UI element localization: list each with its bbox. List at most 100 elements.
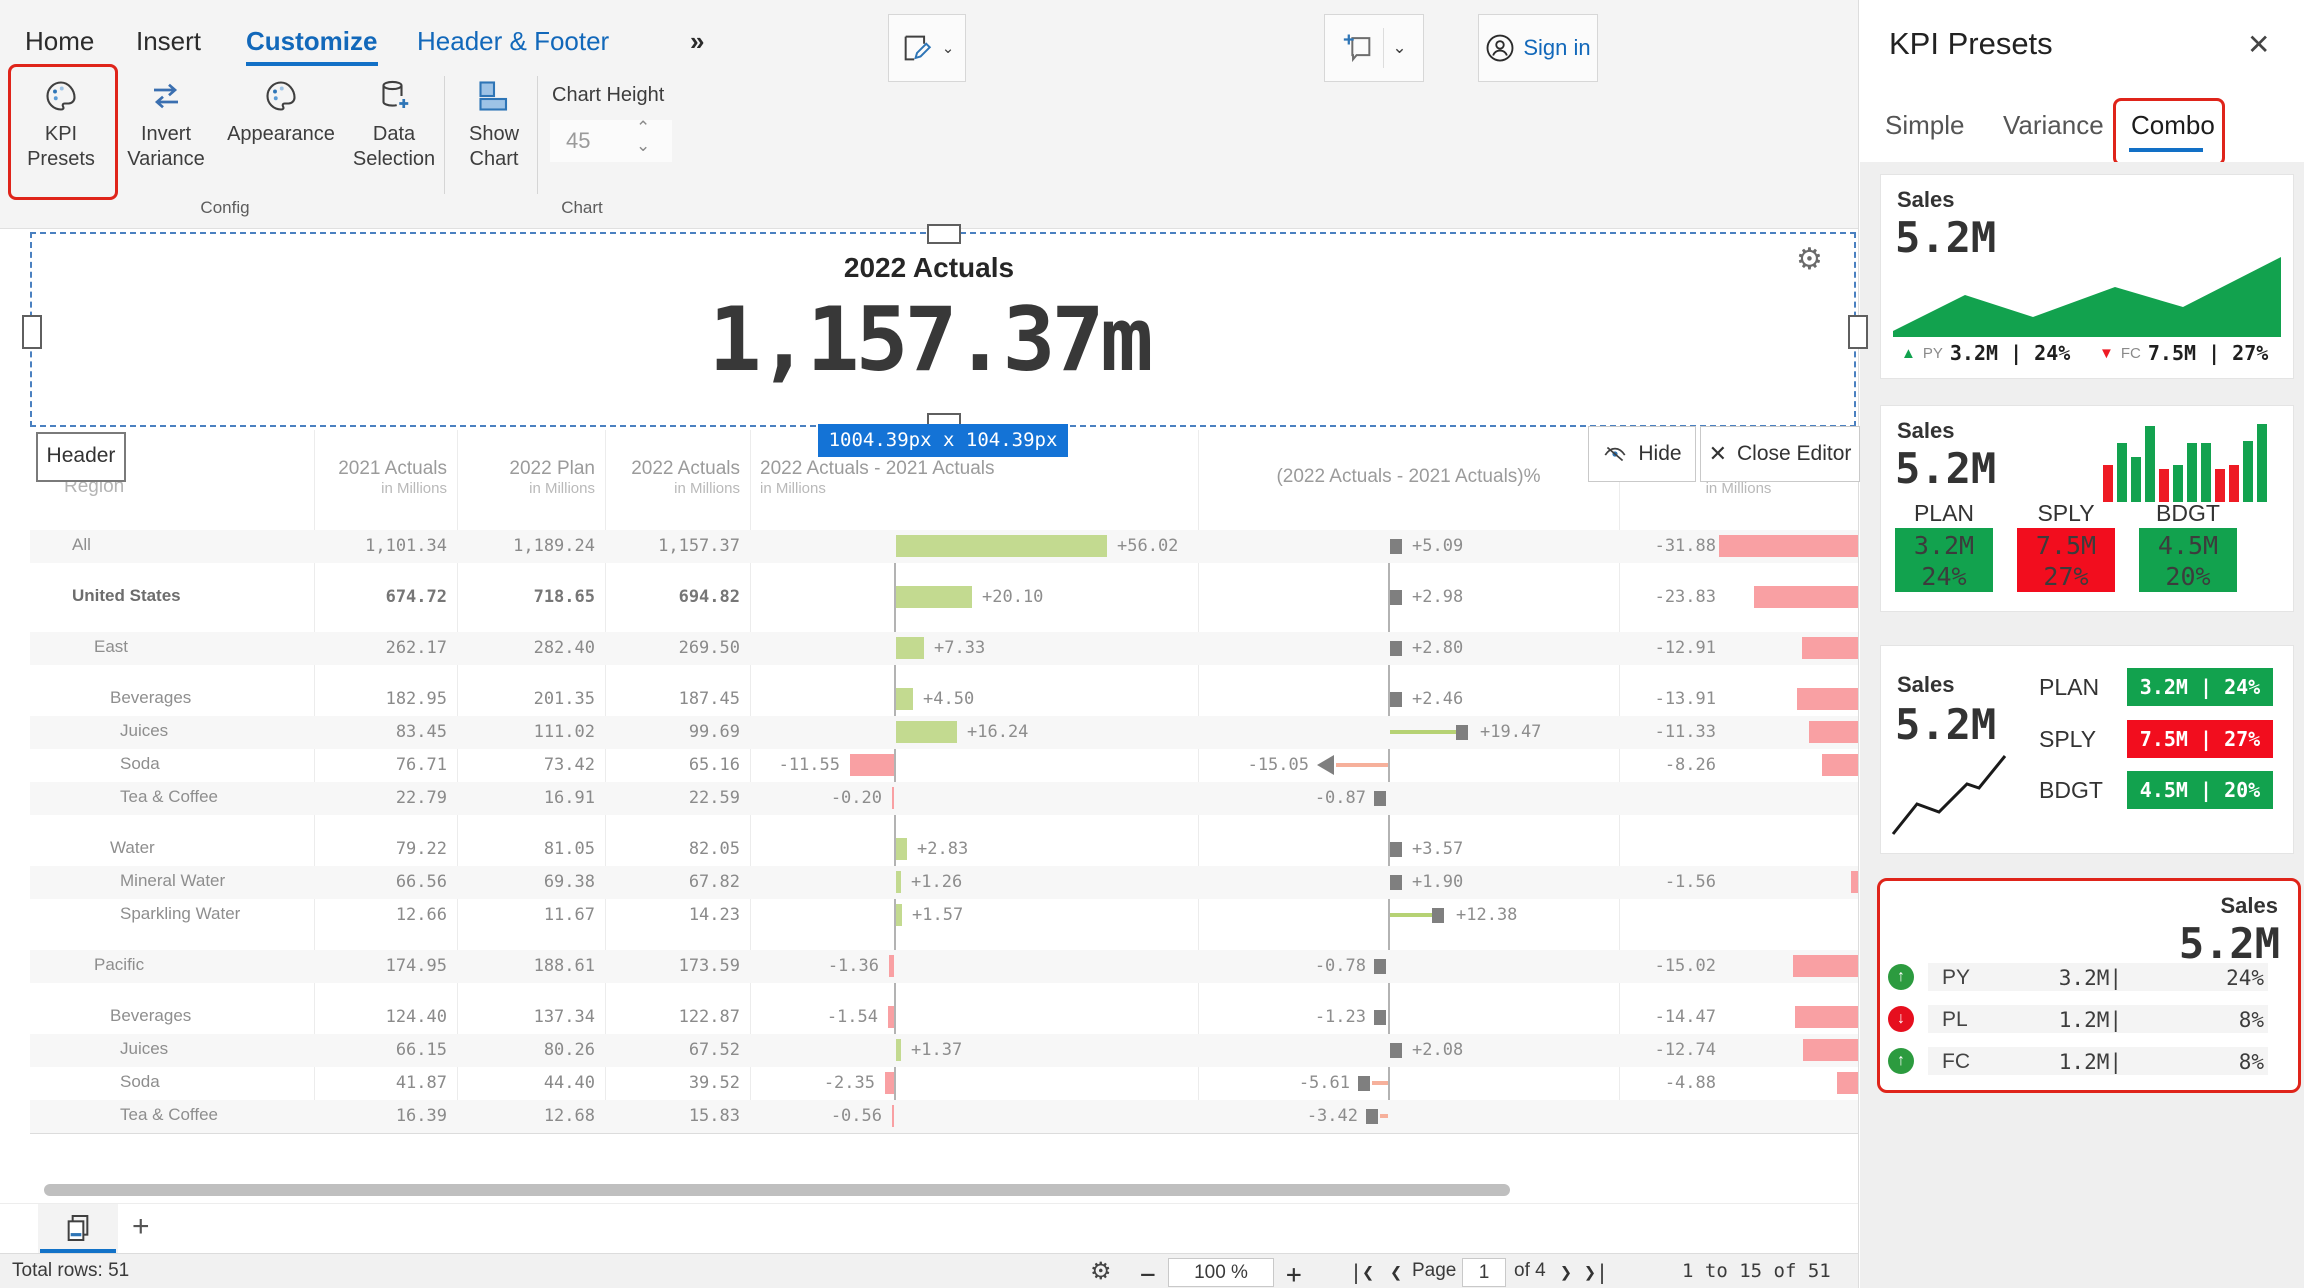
- panel-close-icon[interactable]: ✕: [2247, 28, 2270, 61]
- zoom-in-button[interactable]: +: [1286, 1260, 1302, 1288]
- sign-in-button[interactable]: Sign in: [1478, 14, 1598, 82]
- resize-handle-top[interactable]: [927, 224, 961, 244]
- header-chip[interactable]: Header: [36, 432, 126, 482]
- table-row[interactable]: Soda76.7173.4265.16-11.55-15.05-8.26: [30, 749, 1858, 782]
- panel-tab-simple[interactable]: Simple: [1885, 110, 1964, 141]
- table-row[interactable]: Beverages124.40137.34122.87-1.54-1.23-14…: [30, 1001, 1858, 1034]
- cell-2021-actuals: 1,101.34: [314, 536, 447, 556]
- ribbon-overflow-icon[interactable]: »: [690, 26, 704, 57]
- column-header-variance-pct[interactable]: (2022 Actuals - 2021 Actuals)%: [1198, 466, 1619, 488]
- stepper-down-icon[interactable]: ⌄: [636, 136, 650, 156]
- add-sheet-icon[interactable]: +: [132, 1210, 150, 1244]
- stepper-up-icon[interactable]: ⌃: [636, 118, 650, 138]
- column-header-2022-plan[interactable]: 2022 Plan in Millions: [457, 458, 595, 497]
- cell-2021-actuals: 262.17: [314, 638, 447, 658]
- chart-height-label: Chart Height: [552, 84, 712, 107]
- cell-2022-plan: 137.34: [457, 1007, 595, 1027]
- tab-customize[interactable]: Customize: [246, 26, 377, 57]
- tab-home[interactable]: Home: [25, 26, 94, 57]
- kpi-row-value: 1.2M|: [2059, 1050, 2122, 1074]
- edit-mode-button[interactable]: ⌄: [888, 14, 966, 82]
- line-chart: [1887, 746, 2012, 841]
- table-row[interactable]: Juices83.45111.0299.69+16.24+19.47-11.33: [30, 716, 1858, 749]
- horizontal-scrollbar[interactable]: [44, 1184, 1510, 1196]
- add-comment-button[interactable]: ⌄: [1324, 14, 1424, 82]
- tab-header-footer[interactable]: Header & Footer: [417, 26, 609, 57]
- panel-active-tab-underline: [2129, 148, 2203, 152]
- palette-icon: [43, 78, 79, 114]
- column-header-2022-actuals[interactable]: 2022 Actuals in Millions: [605, 458, 740, 497]
- settings-gear-icon[interactable]: ⚙: [1090, 1257, 1112, 1286]
- cell-2021-actuals: 76.71: [314, 755, 447, 775]
- table-row[interactable]: Tea & Coffee22.7916.9122.59-0.20-0.87: [30, 782, 1858, 815]
- data-selection-button[interactable]: Data Selection: [346, 78, 442, 172]
- chevron-down-icon[interactable]: ⌄: [1392, 38, 1406, 58]
- variance-bar: [896, 721, 957, 743]
- panel-tab-variance[interactable]: Variance: [2003, 110, 2104, 141]
- kpi-preset-card-area[interactable]: Sales 5.2M ▲ PY 3.2M | 24% ▼ FC 7.5M | 2…: [1880, 174, 2294, 379]
- close-editor-button[interactable]: ✕ Close Editor: [1700, 426, 1860, 482]
- variance-pct-marker: [1390, 641, 1402, 656]
- plan-variance-bar: [1795, 1006, 1858, 1028]
- table-row[interactable]: Soda41.8744.4039.52-2.35-5.61-4.88: [30, 1067, 1858, 1100]
- kpi-presets-button[interactable]: KPI Presets: [14, 78, 108, 172]
- cell-2022-actuals: 67.82: [605, 872, 740, 892]
- table-row[interactable]: Water79.2281.0582.05+2.83+3.57: [30, 833, 1858, 866]
- kpi-preset-card-columns[interactable]: Sales 5.2M PLAN SPLY BDGT 3.2M 24% 7.5M …: [1880, 405, 2294, 612]
- table-row[interactable]: Juices66.1580.2667.52+1.37+2.08-12.74: [30, 1034, 1858, 1067]
- kpi-value: 5.2M: [1895, 700, 1996, 749]
- row-label: Sparkling Water: [120, 904, 240, 924]
- cell-2021-actuals: 41.87: [314, 1073, 447, 1093]
- table-row[interactable]: Beverages182.95201.35187.45+4.50+2.46-13…: [30, 683, 1858, 716]
- records-range-label: 1 to 15 of 51: [1682, 1260, 1831, 1282]
- table-row[interactable]: East262.17282.40269.50+7.33+2.80-12.91: [30, 632, 1858, 665]
- variance-pct-marker: [1390, 875, 1402, 890]
- kpi-footer-label: FC: [2121, 345, 2141, 362]
- variance-label: -0.56: [732, 1106, 882, 1126]
- table-row[interactable]: Tea & Coffee16.3912.6815.83-0.56-3.42: [30, 1100, 1858, 1133]
- table-row[interactable]: Sparkling Water12.6611.6714.23+1.57+12.3…: [30, 899, 1858, 932]
- show-chart-button[interactable]: Show Chart: [452, 78, 536, 172]
- sheet-tab-active[interactable]: [38, 1204, 118, 1253]
- resize-handle-left[interactable]: [22, 315, 42, 349]
- variance-label: +16.24: [967, 722, 1028, 742]
- zoom-out-button[interactable]: −: [1140, 1260, 1156, 1288]
- plan-variance-bar: [1822, 754, 1858, 776]
- table-row[interactable]: Mineral Water66.5669.3867.82+1.26+1.90-1…: [30, 866, 1858, 899]
- prev-page-button[interactable]: ❮: [1390, 1260, 1402, 1284]
- cell-2022-actuals: 173.59: [605, 956, 740, 976]
- kpi-preset-card-line[interactable]: Sales 5.2M PLAN SPLY BDGT 3.2M | 24% 7.5…: [1880, 645, 2294, 854]
- invert-variance-button[interactable]: Invert Variance: [118, 78, 214, 172]
- kpi-name: Sales: [1897, 672, 1955, 698]
- last-page-button[interactable]: ❯|: [1584, 1260, 1608, 1284]
- table-row[interactable]: United States674.72718.65694.82+20.10+2.…: [30, 581, 1858, 614]
- table-bottom-border: [30, 1133, 1858, 1134]
- hide-button[interactable]: Hide: [1588, 426, 1696, 482]
- cell-2021-actuals: 674.72: [314, 587, 447, 607]
- variance-pct-marker: [1390, 692, 1402, 707]
- variance-pct-marker: [1366, 1109, 1378, 1124]
- table-row[interactable]: All1,101.341,189.241,157.37+56.02+5.09-3…: [30, 530, 1858, 563]
- triangle-up-icon: ▲: [1901, 345, 1916, 362]
- variance-label: -11.55: [690, 755, 840, 775]
- first-page-button[interactable]: |❮: [1350, 1260, 1374, 1284]
- appearance-button[interactable]: Appearance: [218, 78, 344, 147]
- chart-height-value[interactable]: 45: [566, 128, 590, 154]
- variance-bar: [896, 637, 924, 659]
- chart-height-stepper[interactable]: 45 ⌃ ⌄: [550, 120, 672, 162]
- ribbon-separator: [537, 76, 538, 194]
- column-header-variance[interactable]: 2022 Actuals - 2021 Actuals in Millions: [760, 458, 1200, 497]
- tab-insert[interactable]: Insert: [136, 26, 201, 57]
- next-page-button[interactable]: ❯: [1560, 1260, 1572, 1284]
- hide-label: Hide: [1638, 442, 1681, 466]
- table-row[interactable]: Pacific174.95188.61173.59-1.36-0.78-15.0…: [30, 950, 1858, 983]
- column-header-2021-actuals[interactable]: 2021 Actuals in Millions: [314, 458, 447, 497]
- gear-icon[interactable]: ⚙: [1796, 242, 1823, 277]
- resize-handle-right[interactable]: [1848, 315, 1868, 349]
- plan-variance-label: -11.33: [1566, 722, 1716, 742]
- kpi-preset-card-list[interactable]: Sales 5.2M ↑ PY 3.2M| 24% ↓ PL 1.2M| 8% …: [1877, 878, 2301, 1093]
- zoom-level-input[interactable]: 100 %: [1168, 1258, 1274, 1287]
- panel-tab-combo[interactable]: Combo: [2131, 110, 2215, 141]
- cell-2022-plan: 718.65: [457, 587, 595, 607]
- page-number-input[interactable]: 1: [1462, 1258, 1506, 1287]
